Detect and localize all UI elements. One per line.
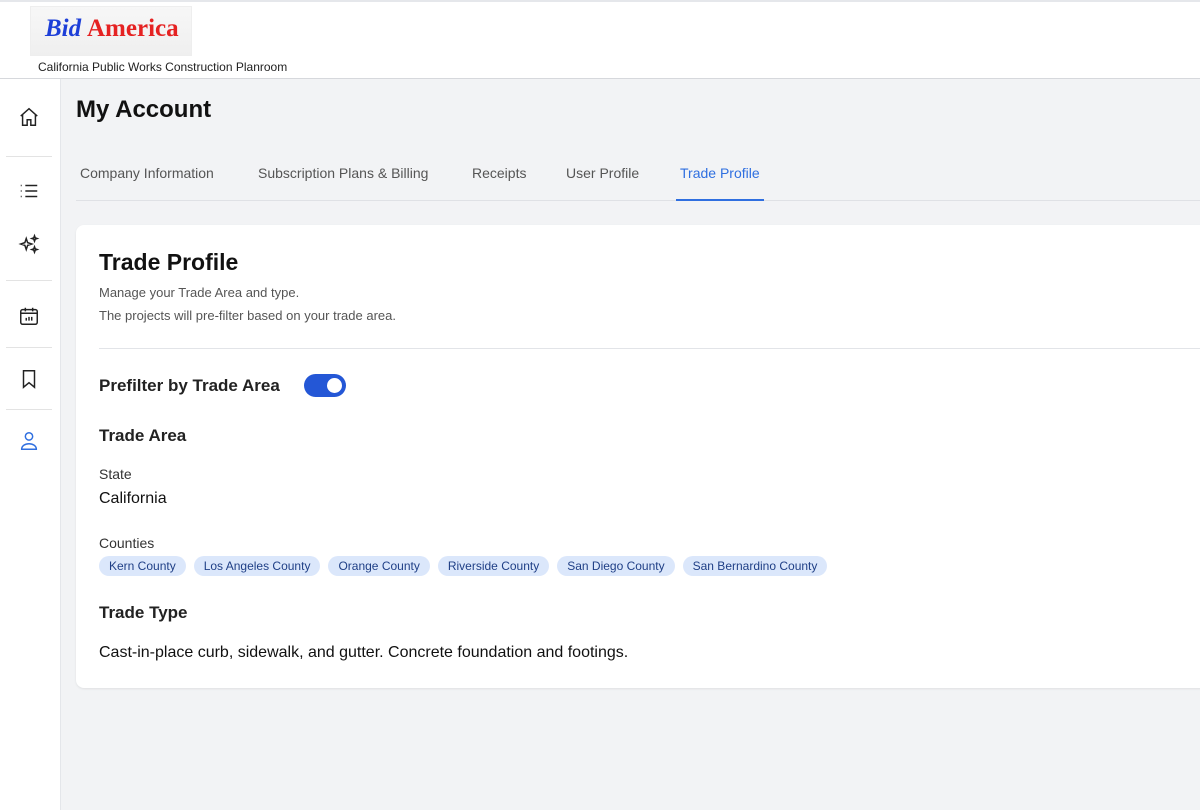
sidebar-item-calendar[interactable]: [6, 296, 52, 336]
prefilter-toggle[interactable]: [304, 374, 346, 397]
divider: [99, 348, 1200, 349]
trade-profile-card: Trade Profile Manage your Trade Area and…: [76, 225, 1200, 688]
trade-area-heading: Trade Area: [99, 426, 187, 445]
sidebar-item-account[interactable]: [6, 421, 52, 461]
card-title: Trade Profile: [99, 249, 239, 275]
county-chip: Orange County: [328, 556, 430, 576]
home-icon: [20, 107, 38, 126]
county-chip: San Bernardino County: [682, 556, 828, 576]
tab-trade-profile[interactable]: Trade Profile: [676, 165, 764, 201]
card-description: Manage your Trade Area and type.: [99, 285, 300, 300]
calendar-icon: [20, 307, 38, 325]
tab-user-profile[interactable]: User Profile: [562, 165, 643, 201]
prefilter-label: Prefilter by Trade Area: [99, 376, 280, 395]
account-tabs: Company Information Subscription Plans &…: [76, 149, 1200, 201]
card-description-2: The projects will pre-filter based on yo…: [99, 308, 396, 323]
bidamerica-logo[interactable]: Bid America: [30, 6, 192, 56]
list-icon: [20, 184, 38, 198]
county-chip: Riverside County: [437, 556, 550, 576]
logo-bid: Bid: [45, 15, 82, 42]
county-chip: Kern County: [99, 556, 186, 576]
logo-america: America: [87, 15, 179, 42]
tab-subscription-billing[interactable]: Subscription Plans & Billing: [254, 165, 432, 201]
main-content: My Account Company Information Subscript…: [62, 79, 1200, 810]
page-title: My Account: [76, 96, 212, 123]
tagline: California Public Works Construction Pla…: [38, 60, 288, 74]
county-chip: San Diego County: [557, 556, 675, 576]
bookmark-icon: [22, 370, 36, 389]
tab-receipts[interactable]: Receipts: [468, 165, 530, 201]
trade-type-heading: Trade Type: [99, 603, 188, 622]
state-value: California: [99, 490, 167, 507]
divider: [6, 409, 52, 410]
sparkles-icon: [18, 233, 40, 255]
divider: [6, 347, 52, 348]
sidebar-item-bookmarks[interactable]: [6, 359, 52, 399]
sidebar: [0, 79, 61, 810]
divider: [6, 156, 52, 157]
sidebar-item-ai[interactable]: [6, 224, 52, 264]
counties-label: Counties: [99, 535, 155, 551]
county-chip: Los Angeles County: [193, 556, 321, 576]
divider: [6, 280, 52, 281]
sidebar-item-home[interactable]: [6, 97, 52, 137]
counties-list: Kern County Los Angeles County Orange Co…: [99, 556, 828, 576]
user-icon: [20, 432, 38, 450]
trade-type-value: Cast-in-place curb, sidewalk, and gutter…: [99, 644, 629, 661]
top-bar: Bid America California Public Works Cons…: [0, 0, 1200, 79]
sidebar-item-list[interactable]: [6, 171, 52, 211]
state-label: State: [99, 466, 132, 482]
tab-company-information[interactable]: Company Information: [76, 165, 218, 201]
